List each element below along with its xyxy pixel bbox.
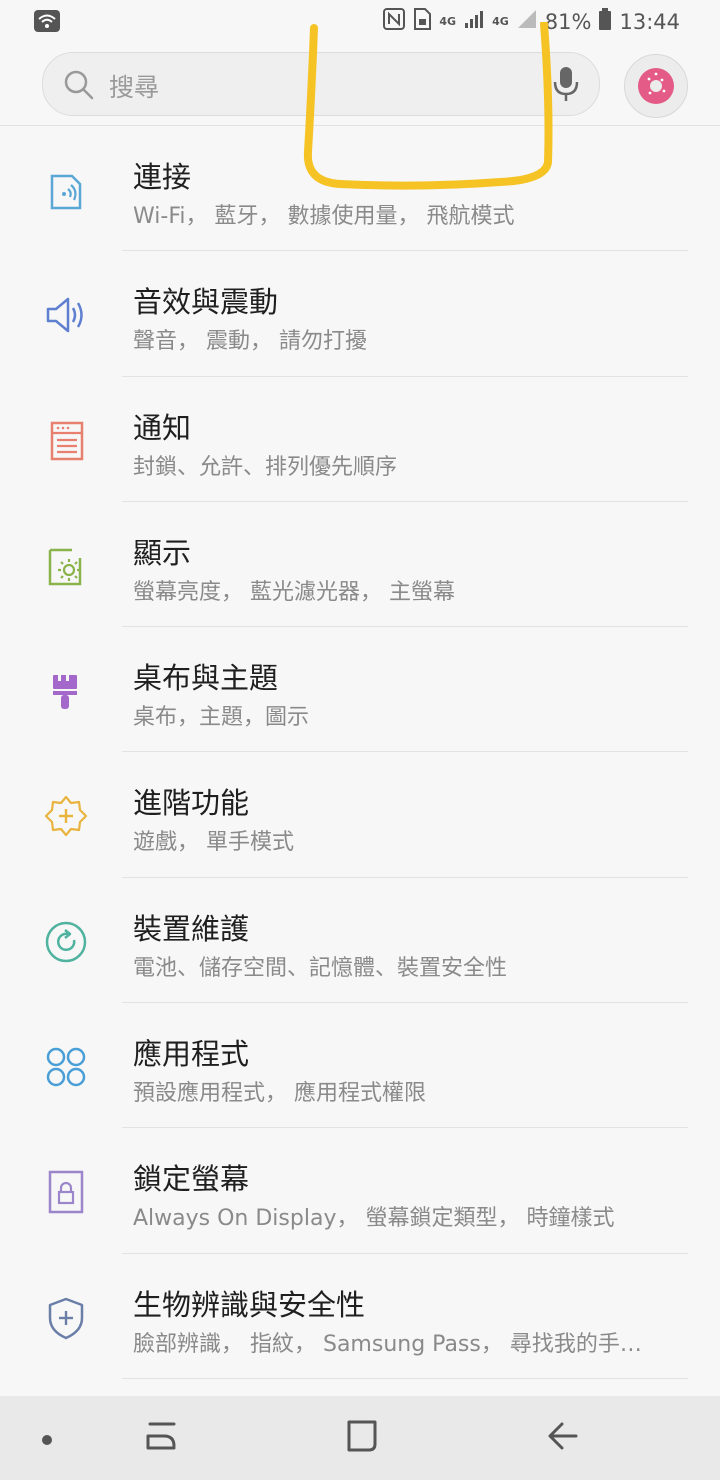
search-row: 搜尋 xyxy=(0,44,720,126)
avatar[interactable] xyxy=(624,54,688,118)
battery-icon xyxy=(599,8,612,35)
settings-item-wallpapers-themes[interactable]: 桌布與主題 桌布，主題，圖示 xyxy=(0,627,720,753)
settings-item-subtitle: 封鎖、允許、排列優先順序 xyxy=(133,454,398,480)
settings-item-title: 桌布與主題 xyxy=(133,661,279,696)
settings-item-sound[interactable]: 音效與震動 聲音， 震動， 請勿打擾 xyxy=(0,251,720,377)
search-bar[interactable]: 搜尋 xyxy=(42,52,600,116)
nav-dot-icon[interactable] xyxy=(40,1432,54,1451)
settings-item-title: 鎖定螢幕 xyxy=(133,1162,250,1197)
settings-item-display[interactable]: 顯示 螢幕亮度， 藍光濾光器， 主螢幕 xyxy=(0,502,720,628)
settings-item-subtitle: Always On Display， 螢幕鎖定類型， 時鐘樣式 xyxy=(133,1206,615,1232)
network-type-b: 4G xyxy=(492,15,509,28)
apps-icon xyxy=(44,1045,88,1089)
brush-icon xyxy=(44,669,88,713)
settings-item-notifications[interactable]: 通知 封鎖、允許、排列優先順序 xyxy=(0,377,720,502)
sound-icon xyxy=(44,293,88,337)
settings-item-device-maintenance[interactable]: 裝置維護 電池、儲存空間、記憶體、裝置安全性 xyxy=(0,878,720,1004)
navigation-bar xyxy=(0,1396,720,1480)
settings-item-subtitle: 電池、儲存空間、記憶體、裝置安全性 xyxy=(133,955,508,981)
settings-item-title: 顯示 xyxy=(133,535,192,570)
signal-icon xyxy=(464,9,484,34)
device-maintenance-icon xyxy=(44,920,88,964)
back-icon[interactable] xyxy=(546,1416,580,1460)
settings-item-subtitle: 預設應用程式， 應用程式權限 xyxy=(133,1081,426,1107)
settings-item-subtitle: Wi-Fi， 藍牙， 數據使用量， 飛航模式 xyxy=(133,204,515,229)
settings-item-title: 通知 xyxy=(133,410,192,445)
settings-item-title: 裝置維護 xyxy=(133,911,250,946)
signal-icon-secondary xyxy=(517,9,537,34)
settings-item-lock-screen[interactable]: 鎖定螢幕 Always On Display， 螢幕鎖定類型， 時鐘樣式 xyxy=(0,1128,720,1254)
divider xyxy=(122,1377,688,1379)
settings-item-apps[interactable]: 應用程式 預設應用程式， 應用程式權限 xyxy=(0,1003,720,1129)
settings-item-biometrics-security[interactable]: 生物辨識與安全性 臉部辨識， 指紋， Samsung Pass， 尋找我的手… xyxy=(0,1254,720,1379)
status-bar: 4G 4G 81% 13:44 xyxy=(0,0,720,44)
nfc-icon xyxy=(383,8,406,35)
settings-item-subtitle: 螢幕亮度， 藍光濾光器， 主螢幕 xyxy=(133,579,455,605)
display-icon xyxy=(44,544,88,588)
settings-item-subtitle: 聲音， 震動， 請勿打擾 xyxy=(133,329,367,355)
advanced-features-icon xyxy=(44,794,88,838)
search-placeholder: 搜尋 xyxy=(109,73,160,102)
settings-item-connections[interactable]: 連接 Wi-Fi， 藍牙， 數據使用量， 飛航模式 xyxy=(0,126,720,252)
connections-icon xyxy=(44,168,88,212)
settings-item-title: 音效與震動 xyxy=(133,285,279,320)
shield-icon xyxy=(44,1296,88,1340)
settings-item-title: 應用程式 xyxy=(133,1037,250,1072)
home-button-icon[interactable] xyxy=(345,1416,379,1460)
wifi-icon xyxy=(34,10,60,37)
settings-item-title: 進階功能 xyxy=(133,786,250,821)
settings-item-subtitle: 桌布，主題，圖示 xyxy=(133,705,310,731)
search-icon xyxy=(63,69,95,105)
settings-item-advanced-features[interactable]: 進階功能 遊戲， 單手模式 xyxy=(0,752,720,878)
microphone-icon[interactable] xyxy=(553,66,579,106)
sim-icon xyxy=(413,8,432,35)
clock: 13:44 xyxy=(619,9,680,34)
settings-list: 連接 Wi-Fi， 藍牙， 數據使用量， 飛航模式 音效與震動 聲音， 震動， … xyxy=(0,126,720,1379)
settings-item-subtitle: 遊戲， 單手模式 xyxy=(133,830,294,856)
recent-apps-icon[interactable] xyxy=(144,1416,178,1460)
notifications-icon xyxy=(44,419,88,463)
battery-percent: 81% xyxy=(544,9,592,34)
network-type-a: 4G xyxy=(439,15,457,28)
settings-item-subtitle: 臉部辨識， 指紋， Samsung Pass， 尋找我的手… xyxy=(133,1331,642,1357)
settings-item-title: 連接 xyxy=(133,160,192,194)
lock-screen-icon xyxy=(44,1170,88,1214)
settings-item-title: 生物辨識與安全性 xyxy=(133,1287,366,1322)
donut-avatar-icon xyxy=(638,68,674,104)
